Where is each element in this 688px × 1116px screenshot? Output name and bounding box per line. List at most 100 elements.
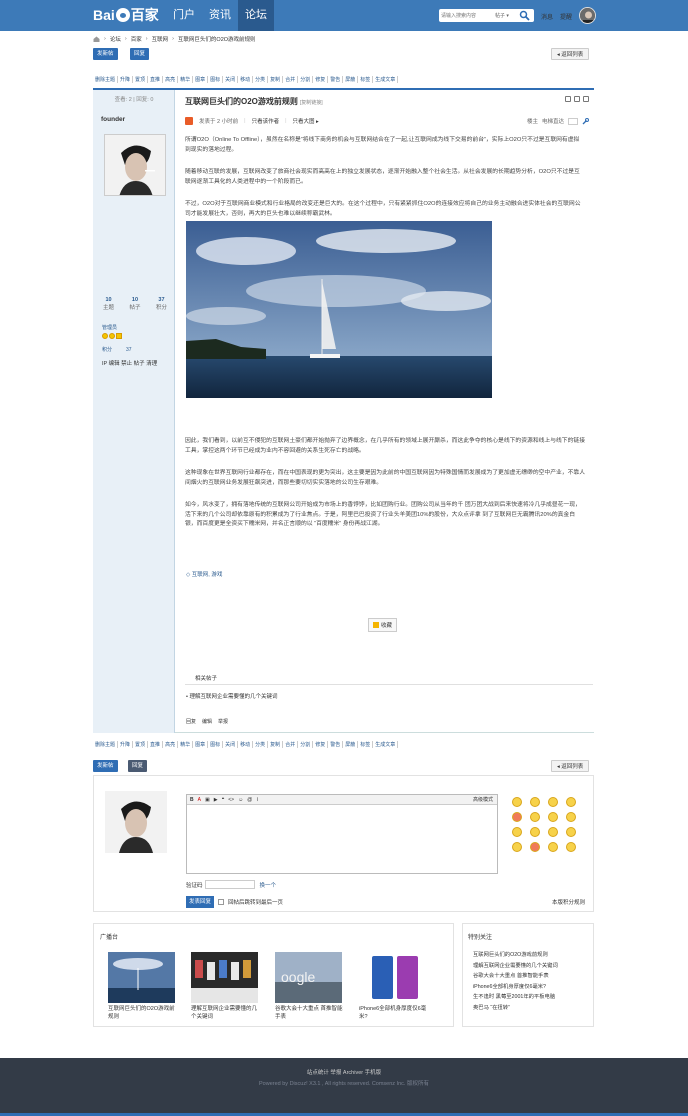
media-icon[interactable]: ▶ (214, 797, 218, 803)
messages-link[interactable]: 消息 (541, 12, 553, 21)
print-icon[interactable] (565, 96, 571, 102)
reply-editor[interactable]: B A ▣ ▶ ❝ <> ☺ @ ⌇ 高级模式 (186, 794, 498, 874)
broadcast-item[interactable]: iPhone6全部机身厚度仅6毫米? (359, 952, 427, 1021)
mod-action-6[interactable]: 图章 (193, 75, 209, 83)
mod-action-2[interactable]: 置顶 (133, 740, 149, 748)
smiley-icon[interactable] (566, 812, 576, 822)
favorite-button[interactable]: 收藏 (368, 618, 398, 632)
mod-action-14[interactable]: 修复 (313, 740, 329, 748)
reply-button-bottom[interactable]: 回复 (128, 760, 148, 772)
list-item[interactable]: 理解互联网企业需要懂的几个关键词 (473, 961, 558, 972)
back-to-list-button[interactable]: ◂ 返回列表 (551, 48, 590, 60)
smiley-icon[interactable] (548, 842, 558, 852)
edit-post-link[interactable]: 编辑 (202, 718, 212, 725)
at-icon[interactable]: @ (247, 797, 252, 803)
mod-action-13[interactable]: 分割 (298, 740, 314, 748)
mod-action-8[interactable]: 关闭 (223, 740, 239, 748)
mod-action-4[interactable]: 高亮 (163, 740, 179, 748)
point-rules-link[interactable]: 本版积分规则 (552, 898, 585, 906)
broadcast-item[interactable]: oogle 谷歌大会十大重点 首推智能手表 (275, 952, 343, 1021)
smiley-icon[interactable]: ☺ (238, 797, 243, 803)
mod-action-6[interactable]: 图章 (193, 740, 209, 748)
list-item[interactable]: 互联网巨头们的O2O游戏前规则 (473, 950, 558, 961)
new-thread-button-bottom[interactable]: 发新帖 (93, 760, 118, 772)
only-author-link[interactable]: 只看该作者 (252, 117, 280, 125)
smiley-icon[interactable] (548, 797, 558, 807)
captcha-refresh-link[interactable]: 换一个 (260, 881, 277, 889)
search-input[interactable] (441, 10, 499, 21)
mod-action-4[interactable]: 高亮 (163, 75, 179, 83)
mod-action-3[interactable]: 直推 (148, 75, 164, 83)
prev-thread-icon[interactable] (574, 96, 580, 102)
attachment-icon[interactable]: ⌇ (256, 797, 258, 803)
report-post-link[interactable]: 举报 (218, 718, 228, 725)
home-icon[interactable] (93, 36, 100, 42)
breadcrumb-category[interactable]: 互联网 (152, 35, 169, 43)
smiley-icon[interactable] (512, 812, 522, 822)
mod-action-1[interactable]: 升降 (118, 75, 134, 83)
related-post-link[interactable]: • 理解互联网企业需要懂的几个关键词 (186, 692, 277, 700)
smiley-icon[interactable] (530, 797, 540, 807)
list-item[interactable]: 奥巴马 “在扭转” (473, 1003, 558, 1014)
mod-action-12[interactable]: 合并 (283, 740, 299, 748)
mod-action-15[interactable]: 警告 (328, 740, 344, 748)
mod-action-0[interactable]: 删除主题 (93, 740, 119, 748)
smiley-icon[interactable] (566, 842, 576, 852)
search-icon[interactable] (519, 10, 530, 21)
points-count[interactable]: 37 积分 (156, 297, 167, 311)
submit-reply-button[interactable]: 发表回复 (186, 896, 215, 908)
mod-action-16[interactable]: 屏蔽 (343, 75, 359, 83)
mod-action-7[interactable]: 图标 (208, 75, 224, 83)
new-thread-button[interactable]: 发新帖 (93, 48, 118, 60)
smiley-icon[interactable] (566, 797, 576, 807)
mod-action-10[interactable]: 分类 (253, 740, 269, 748)
post-count[interactable]: 10 帖子 (129, 297, 140, 311)
breadcrumb-forum[interactable]: 论坛 (110, 35, 121, 43)
mod-action-2[interactable]: 置顶 (133, 75, 149, 83)
notifications-link[interactable]: 提醒 (560, 12, 572, 21)
quote-icon[interactable]: ❝ (222, 797, 225, 803)
user-group[interactable]: 管理员 (102, 324, 117, 331)
smiley-icon[interactable] (566, 827, 576, 837)
list-item[interactable]: 生不逢时 黑莓至2001年的平板电脑 (473, 992, 558, 1003)
mod-action-10[interactable]: 分类 (253, 75, 269, 83)
list-item[interactable]: 谷歌大会十大重点 首推智能手表 (473, 971, 558, 982)
smiley-icon[interactable] (512, 797, 522, 807)
back-to-list-button-bottom[interactable]: ◂ 返回列表 (551, 760, 590, 772)
mod-action-18[interactable]: 生成文章 (373, 740, 399, 748)
mod-action-5[interactable]: 精华 (178, 75, 194, 83)
mod-action-1[interactable]: 升降 (118, 740, 134, 748)
wrench-icon[interactable] (582, 117, 589, 125)
smiley-icon[interactable] (512, 827, 522, 837)
nav-forum[interactable]: 论坛 (238, 0, 274, 31)
smiley-icon[interactable] (530, 827, 540, 837)
mod-action-0[interactable]: 删除主题 (93, 75, 119, 83)
captcha-input[interactable] (204, 880, 255, 889)
mod-action-9[interactable]: 移动 (238, 75, 254, 83)
search-scope-select[interactable]: 帖子 ▾ (495, 12, 509, 19)
admin-ops[interactable]: IP 编辑 禁止 帖子 清理 (102, 359, 157, 367)
mod-action-3[interactable]: 直推 (148, 740, 164, 748)
mod-action-11[interactable]: 复制 (268, 740, 284, 748)
topic-count[interactable]: 10 主题 (103, 297, 114, 311)
mod-action-5[interactable]: 精华 (178, 740, 194, 748)
mod-action-13[interactable]: 分割 (298, 75, 314, 83)
broadcast-item[interactable]: 理解互联网企业需要懂的几个关键词 (191, 952, 259, 1021)
mod-action-7[interactable]: 图标 (208, 740, 224, 748)
font-color-icon[interactable]: A (198, 797, 201, 803)
breadcrumb-board[interactable]: 百家 (131, 35, 142, 43)
avatar[interactable] (579, 7, 596, 24)
author-name[interactable]: founder (101, 116, 125, 123)
smiley-icon[interactable] (548, 812, 558, 822)
mod-action-17[interactable]: 标签 (358, 75, 374, 83)
code-icon[interactable]: <> (228, 797, 234, 803)
mod-action-17[interactable]: 标签 (358, 740, 374, 748)
smiley-icon[interactable] (530, 842, 540, 852)
mod-action-15[interactable]: 警告 (328, 75, 344, 83)
author-avatar[interactable] (104, 134, 166, 196)
next-thread-icon[interactable] (583, 96, 589, 102)
copy-link[interactable]: [复制链接] (300, 100, 323, 106)
post-image-sailboat[interactable] (186, 221, 492, 398)
reply-post-link[interactable]: 回复 (186, 718, 196, 725)
jump-last-checkbox[interactable] (218, 899, 225, 905)
